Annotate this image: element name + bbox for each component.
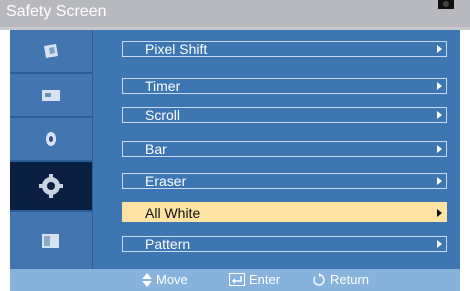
menu-item-pixel-shift[interactable]: Pixel Shift: [122, 41, 447, 57]
menu-item-label: Pixel Shift: [145, 41, 208, 57]
arrow-right-icon: [437, 177, 442, 185]
menu-item-bar[interactable]: Bar: [122, 141, 447, 157]
arrow-right-icon: [437, 111, 442, 119]
menu-item-label: Bar: [145, 141, 167, 157]
arrow-right-icon: [437, 240, 442, 248]
screen-icon[interactable]: [10, 74, 92, 118]
enter-icon: [229, 273, 245, 286]
return-icon: [313, 272, 325, 286]
menu-item-label: Eraser: [145, 173, 187, 189]
footer-enter-label: Enter: [249, 272, 281, 287]
picture-icon[interactable]: [10, 30, 92, 74]
category-sidebar: [10, 30, 92, 269]
menu-item-label: Scroll: [145, 107, 181, 123]
menu-item-label: All White: [145, 205, 201, 221]
arrow-right-icon: [437, 45, 442, 53]
move-arrows-icon: [142, 272, 152, 287]
arrow-right-icon: [437, 209, 442, 217]
column-divider: [92, 30, 93, 269]
footer-move-label: Move: [156, 272, 188, 287]
menu-item-label: Timer: [145, 78, 181, 94]
footer-return: Return: [312, 272, 369, 287]
arrow-right-icon: [437, 145, 442, 153]
title-bar: Safety Screen: [0, 0, 470, 27]
menu-title: Safety Screen: [6, 3, 107, 20]
footer-enter: Enter: [229, 272, 280, 287]
footer-help-bar: Move Enter Return: [10, 269, 460, 291]
arrow-right-icon: [437, 82, 442, 90]
menu-item-label: Pattern: [145, 236, 191, 252]
multi-control-icon[interactable]: [10, 212, 92, 269]
footer-move: Move: [142, 272, 188, 287]
menu-item-all-white[interactable]: All White: [122, 202, 447, 222]
menu-item-scroll[interactable]: Scroll: [122, 107, 447, 123]
footer-return-label: Return: [330, 272, 370, 287]
menu-item-timer[interactable]: Timer: [122, 78, 447, 94]
setup-icon[interactable]: [10, 162, 92, 212]
menu-item-pattern[interactable]: Pattern: [122, 236, 447, 252]
sound-icon[interactable]: [10, 118, 92, 162]
camera-icon: [438, 0, 454, 9]
menu-item-eraser[interactable]: Eraser: [122, 173, 447, 189]
